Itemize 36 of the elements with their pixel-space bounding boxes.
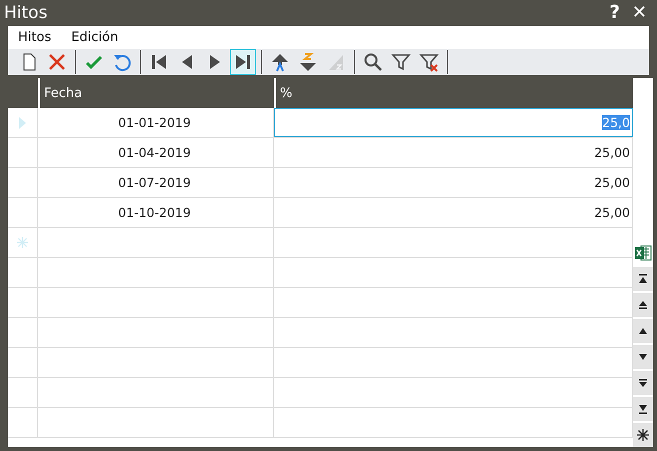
table-cell[interactable]: 01-07-2019 [38,168,274,197]
last-record-icon [233,52,253,72]
close-button[interactable]: ✕ [626,2,653,24]
sort-ascending-icon [270,52,290,72]
navigation-button[interactable] [633,345,653,369]
menu-item[interactable]: Edición [71,30,118,45]
page-down-icon [638,378,648,388]
navigation-button[interactable] [633,423,653,447]
navigation-button[interactable] [633,293,653,317]
filter-icon [391,52,411,72]
navigation-button[interactable] [633,371,653,395]
menu-item[interactable]: Hitos [18,30,52,45]
down-icon [638,353,648,361]
page-up-icon [638,300,648,310]
navigation-button[interactable] [633,267,653,291]
sort-descending-icon [298,52,318,72]
toolbar-button[interactable] [230,49,256,75]
up-icon [638,327,648,335]
table-cell[interactable]: 01-04-2019 [38,138,274,167]
first-page-icon [638,274,648,284]
help-button[interactable]: ? [603,2,626,24]
delete-icon [47,52,67,72]
search-icon [363,52,383,72]
new-row-icon [17,237,28,248]
column-header[interactable]: Fecha [38,78,274,108]
window-title: Hitos [4,2,48,23]
last-page-icon [638,404,648,414]
current-row-icon [19,116,26,128]
table-cell[interactable]: 01-10-2019 [38,198,274,227]
first-record-icon [149,52,169,72]
filter-clear-icon [419,52,439,72]
navigation-button[interactable] [633,397,653,421]
navigation-button[interactable] [633,319,653,343]
table-cell[interactable]: 01-01-2019 [38,108,274,137]
undo-icon [112,52,132,72]
asterisk-icon [637,429,649,441]
